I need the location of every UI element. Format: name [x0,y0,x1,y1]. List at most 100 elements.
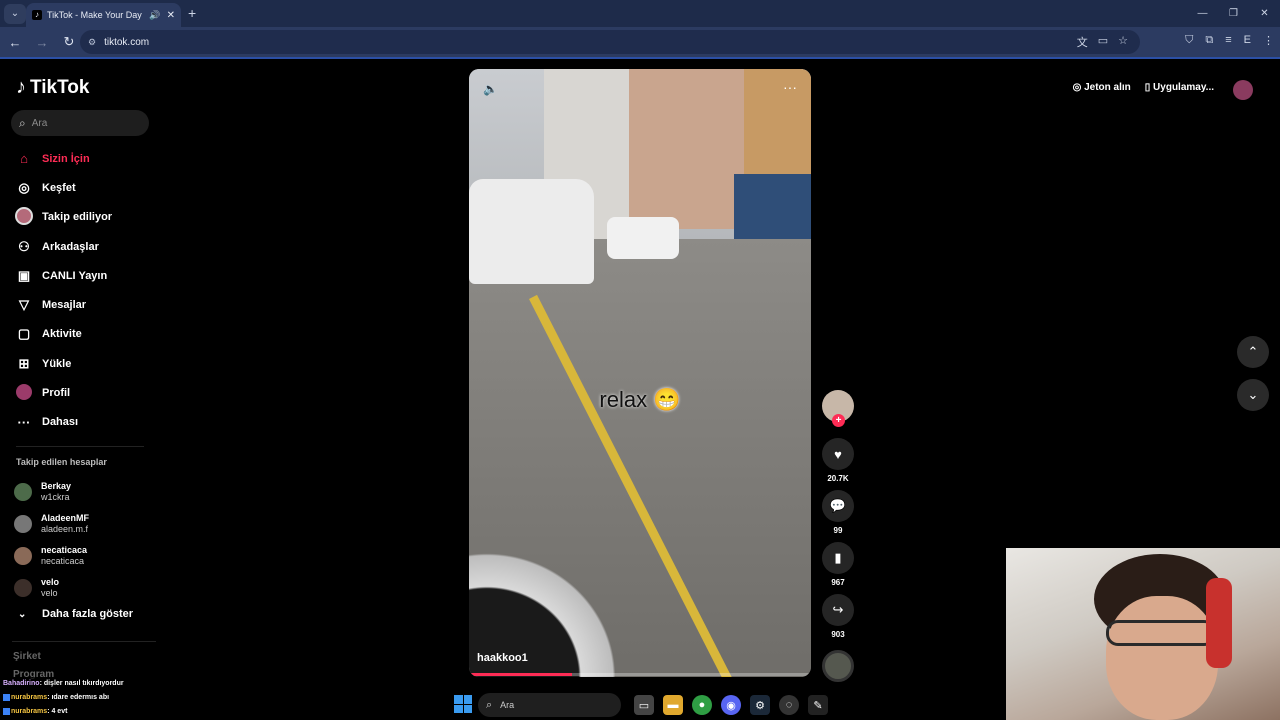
nav-item-following[interactable]: Takip ediliyor [14,203,154,232]
music-disc-icon[interactable] [822,650,854,682]
account-name: necaticaca [41,545,88,555]
nav-label: Profil [42,387,71,400]
bookmark-star-icon[interactable]: ☆ [1118,34,1128,50]
restore-button[interactable]: ❐ [1218,0,1249,27]
following-account[interactable]: velo velo [14,572,154,604]
video-player[interactable]: relax 😁 🔈 ··· haakkoo1 [469,69,811,677]
nav-item-upload[interactable]: ⊞ Yükle [14,349,154,378]
creator-avatar[interactable]: + [822,390,854,427]
like-count: 20.7K [827,474,849,483]
profile-avatar [16,383,32,400]
comment-button[interactable]: 💬 [822,490,854,522]
nav-item-for-you[interactable]: ⌂ Sizin İçin [14,144,154,173]
reload-button[interactable]: ↻ [57,34,81,50]
video-username[interactable]: haakkoo1 [477,652,528,664]
site-info-icon[interactable]: ⚙ [88,37,96,48]
app-icon[interactable]: ✎ [808,695,828,715]
video-progress-bar[interactable] [469,673,811,676]
close-window-button[interactable]: ✕ [1249,0,1280,27]
obs-icon[interactable]: ◌ [779,695,799,715]
translate-icon[interactable]: 文 [1077,34,1088,50]
account-name: Berkay [41,481,72,491]
footer-link-company[interactable]: Şirket [13,651,41,662]
browser-tab[interactable]: ♪ TikTok - Make Your Day 🔊 ✕ [26,3,181,27]
back-button[interactable]: ← [3,35,27,50]
taskbar-apps: ▭ ▬ ● ◉ ⚙ ◌ ✎ [634,695,828,715]
discord-icon[interactable]: ◉ [721,695,741,715]
tab-audio-icon[interactable]: 🔊 [149,10,160,21]
sidebar-nav: ⌂ Sizin İçin ◎ Keşfet Takip ediliyor ⚇ A… [14,144,154,437]
chat-text: : ıdare edermıs abı [47,694,110,701]
share-count: 903 [831,630,845,639]
browser-menu-icon[interactable]: ⋮ [1263,34,1274,47]
like-button[interactable]: ♥ [822,438,854,470]
header-actions: ◎ Jeton alın ▯ Uygulamay... [1073,82,1214,93]
compass-icon: ◎ [18,179,30,195]
extensions-puzzle-icon[interactable]: ⧉ [1205,34,1213,47]
cast-icon[interactable]: ▭ [1098,34,1108,50]
stream-chat-overlay: Bahadirino: dişler nasıl tıkırdıyordur n… [0,677,294,720]
nav-item-live[interactable]: ▣ CANLI Yayın [14,261,154,290]
file-explorer-icon[interactable]: ▬ [663,695,683,715]
account-username: w1ckra [41,492,70,502]
windows-start-icon[interactable] [454,695,472,713]
following-list: Berkay w1ckra AladeenMF aladeen.m.f necati… [14,476,154,604]
account-username: velo [41,588,58,598]
nav-item-activity[interactable]: ▢ Aktivite [14,320,154,349]
tiktok-note-icon: ♪ [16,76,26,98]
webcam-scene [1106,596,1218,720]
following-account[interactable]: Berkay w1ckra [14,476,154,508]
tab-title: TikTok - Make Your Day [47,10,142,20]
next-video-button[interactable]: ⌄ [1237,379,1269,411]
new-tab-button[interactable]: + [188,5,196,21]
nav-label: CANLI Yayın [42,269,108,282]
nav-item-messages[interactable]: ▽ Mesajlar [14,290,154,319]
share-button[interactable]: ↪ [822,594,854,626]
address-bar[interactable]: ⚙ tiktok.com [80,30,1140,54]
media-control-icon[interactable]: ≡ [1225,34,1231,47]
brand-name: TikTok [30,76,90,98]
minimize-button[interactable]: — [1187,0,1218,27]
user-avatar[interactable] [1233,80,1253,100]
nav-label: Arkadaşlar [42,240,99,253]
url-text: tiktok.com [104,36,150,48]
extension-icons: ⛉ ⧉ ≡ E ⋮ [1185,34,1274,47]
show-more-button[interactable]: ⌄ Daha fazla göster [18,608,133,620]
toolbar-divider [0,57,1280,59]
nav-item-friends[interactable]: ⚇ Arkadaşlar [14,232,154,261]
streamer-webcam [1006,548,1280,720]
volume-icon[interactable]: 🔈 [483,82,498,96]
profile-icon[interactable]: E [1244,34,1251,47]
save-button[interactable]: ▮ [822,542,854,574]
nav-item-explore[interactable]: ◎ Keşfet [14,173,154,202]
forward-button[interactable]: → [30,35,54,50]
chat-message: Bahadirino: dişler nasıl tıkırdıyordur [0,677,294,691]
nav-item-profile[interactable]: Profil [14,378,154,407]
tab-close-icon[interactable]: ✕ [167,10,175,21]
search-input[interactable]: ⌕ Ara [11,110,149,136]
taskbar-search[interactable]: ⌕ Ara [478,693,621,717]
previous-video-button[interactable]: ⌃ [1237,336,1269,368]
following-account[interactable]: AladeenMF aladeen.m.f [14,508,154,540]
get-app-button[interactable]: ▯ Uygulamay... [1145,82,1214,93]
activity-icon: ▢ [17,326,31,342]
tiktok-logo[interactable]: ♪ TikTok [16,76,89,99]
video-more-icon[interactable]: ··· [783,79,797,95]
get-coins-label: Jeton alın [1084,82,1131,93]
shield-extension-icon[interactable]: ⛉ [1185,34,1193,47]
home-icon: ⌂ [20,151,28,167]
headset-icon [1206,578,1232,668]
more-icon: ··· [17,414,31,430]
tiktok-favicon-icon: ♪ [32,10,42,20]
task-view-icon[interactable]: ▭ [634,695,654,715]
tab-search-button[interactable]: ⌄ [4,3,26,24]
chat-message: nurabrams: ıdare edermıs abı [0,691,294,705]
following-account[interactable]: necaticaca necaticaca [14,540,154,572]
nav-label: Takip ediliyor [42,211,113,224]
steam-icon[interactable]: ⚙ [750,695,770,715]
chat-badge-icon [3,693,10,701]
get-coins-button[interactable]: ◎ Jeton alın [1073,82,1131,93]
nav-item-more[interactable]: ··· Dahası [14,408,154,437]
follow-plus-icon[interactable]: + [832,414,845,427]
chrome-icon[interactable]: ● [692,695,712,715]
